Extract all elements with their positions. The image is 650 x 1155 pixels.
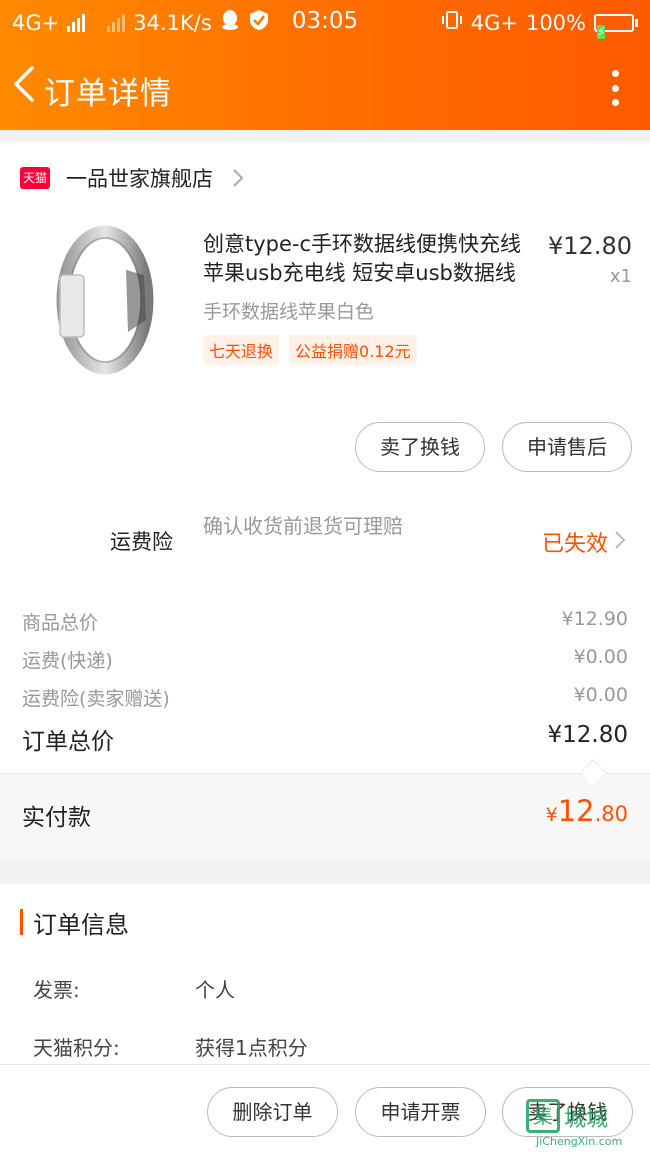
more-options-icon[interactable]	[610, 70, 620, 106]
product-quantity: x1	[609, 266, 632, 287]
order-total-row: 订单总价 ¥12.80	[22, 722, 628, 756]
paid-integer: 12	[557, 794, 595, 828]
fee-row-goods-total: 商品总价 ¥12.90	[22, 608, 628, 635]
delete-order-button[interactable]: 删除订单	[207, 1087, 338, 1137]
info-row-invoice: 发票: 个人	[33, 974, 235, 1003]
vibrate-icon	[441, 9, 463, 36]
shipping-insurance-label: 运费险	[110, 530, 173, 554]
sell-for-cash-button[interactable]: 卖了换钱	[355, 422, 485, 472]
paid-decimal: .80	[594, 802, 628, 826]
after-sale-button[interactable]: 申请售后	[502, 422, 632, 472]
product-title[interactable]: 创意type-c手环数据线便携快充线苹果usb充电线 短安卓usb数据线	[203, 230, 538, 288]
info-value: 获得1点积分	[195, 1036, 308, 1060]
product-sku: 手环数据线苹果白色	[203, 301, 375, 323]
shipping-insurance-desc: 确认收货前退货可理赔	[203, 514, 403, 538]
nav-bar: 订单详情	[0, 44, 650, 130]
section-title: 订单信息	[33, 910, 129, 939]
fee-row-shipping: 运费(快递) ¥0.00	[22, 646, 628, 673]
battery-icon: ⚡	[594, 13, 638, 39]
order-card: 天猫 一品世家旗舰店 创意type-c手环数据线便携快充线苹果usb充电线 短安…	[0, 142, 650, 860]
fee-value: ¥0.00	[573, 684, 628, 706]
order-info-title: 订单信息	[20, 908, 129, 939]
fee-value: ¥12.90	[561, 608, 628, 630]
order-total-value: ¥12.80	[547, 722, 628, 748]
watermark-icon: 集	[526, 1099, 560, 1133]
tag-seven-day-return: 七天退换	[203, 335, 280, 365]
chevron-right-icon	[233, 169, 244, 187]
request-invoice-button[interactable]: 申请开票	[355, 1087, 486, 1137]
shop-header[interactable]: 天猫 一品世家旗舰店	[20, 164, 245, 192]
status-right: 4G+ 100% ⚡	[441, 9, 638, 39]
watermark-text: 城城	[564, 1107, 609, 1132]
status-bar: 4G+ 34.1K/s 03:05 4G+ 100% ⚡	[0, 0, 650, 44]
info-key: 天猫积分:	[33, 1036, 120, 1060]
tmall-logo-icon: 天猫	[20, 167, 50, 189]
paid-label: 实付款	[22, 805, 91, 831]
order-total-label: 订单总价	[22, 729, 114, 755]
fee-value: ¥0.00	[573, 646, 628, 668]
chevron-left-icon	[14, 66, 34, 102]
divider	[0, 773, 650, 774]
shipping-insurance-status[interactable]: 已失效	[542, 526, 608, 558]
product-price: ¥12.80	[548, 232, 632, 260]
chevron-right-icon[interactable]	[614, 530, 626, 550]
fee-label: 商品总价	[22, 612, 99, 634]
info-value: 个人	[195, 978, 235, 1002]
fee-label: 运费(快递)	[22, 650, 113, 672]
product-tags: 七天退换 公益捐赠0.12元	[203, 335, 417, 365]
product-image[interactable]	[40, 220, 165, 380]
fee-row-shipping-insurance: 运费险(卖家赠送) ¥0.00	[22, 684, 628, 711]
back-button[interactable]	[10, 64, 42, 104]
shop-name: 一品世家旗舰店	[66, 167, 213, 191]
watermark-url: JiChengXin.com	[536, 1135, 623, 1148]
app-header: 4G+ 34.1K/s 03:05 4G+ 100% ⚡ 订单详情	[0, 0, 650, 130]
info-key: 发票:	[33, 978, 80, 1002]
paid-currency: ¥	[545, 804, 558, 826]
accent-bar	[20, 909, 23, 935]
page-title: 订单详情	[44, 76, 172, 112]
fee-label: 运费险(卖家赠送)	[22, 688, 170, 710]
paid-amount: ¥12.80	[546, 794, 628, 828]
watermark-logo: 集 城城 JiChengXin.com	[526, 1099, 646, 1151]
tag-charity-donation: 公益捐赠0.12元	[289, 335, 417, 365]
info-row-points: 天猫积分: 获得1点积分	[33, 1032, 308, 1061]
network-type-right: 4G+	[470, 10, 518, 35]
battery-percent: 100%	[525, 10, 586, 35]
